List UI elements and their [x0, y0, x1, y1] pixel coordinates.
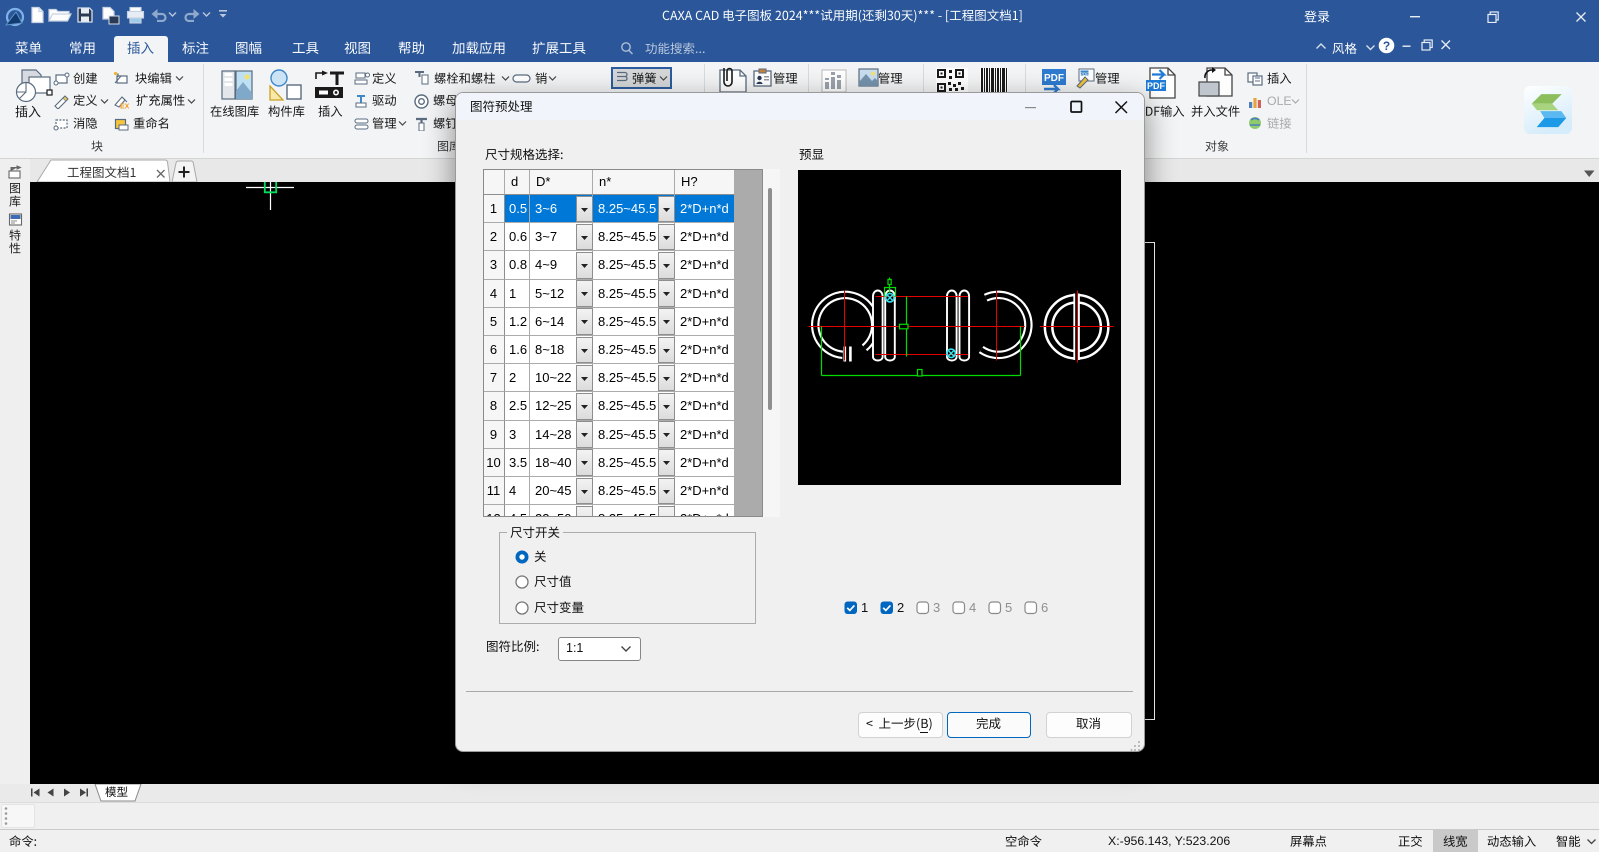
svg-text:?: ?	[1383, 39, 1390, 53]
svg-text:PDF: PDF	[1147, 81, 1166, 91]
svg-text:PDF: PDF	[1044, 73, 1064, 84]
svg-text:EX: EX	[120, 103, 130, 109]
svg-text:PDF: PDF	[1080, 71, 1089, 76]
